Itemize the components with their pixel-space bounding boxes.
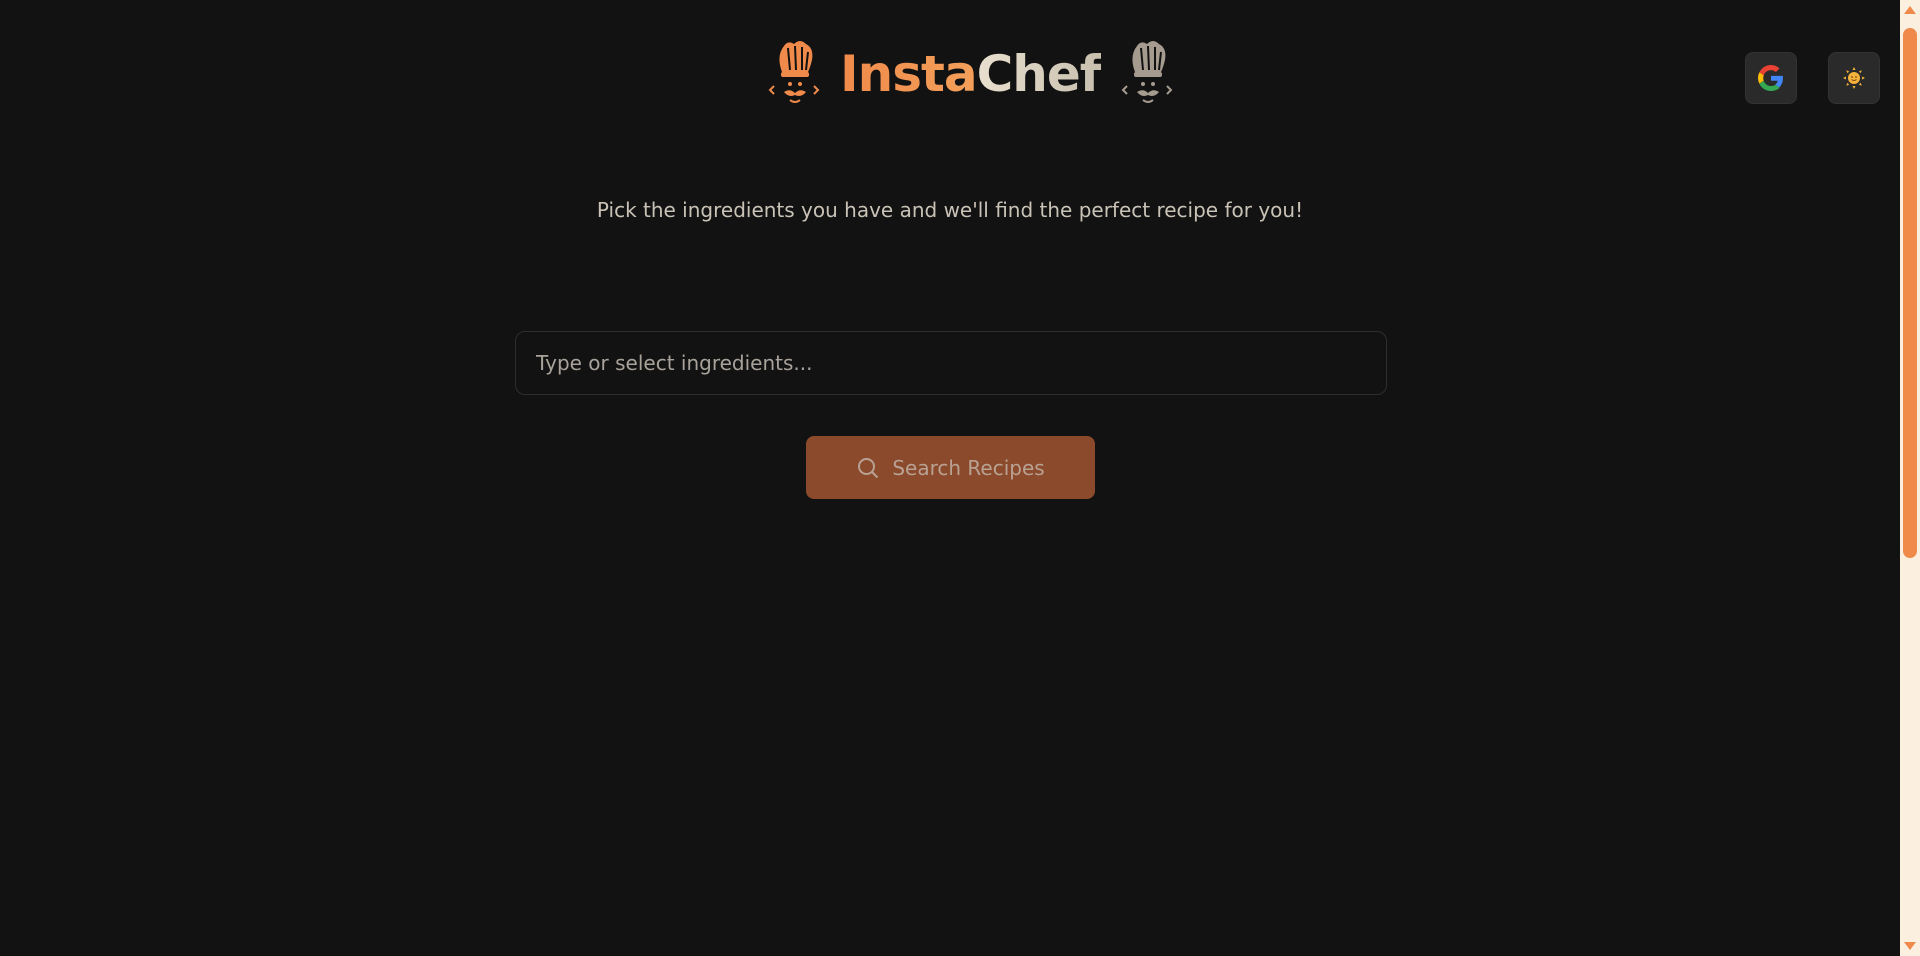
search-recipes-button[interactable]: Search Recipes	[806, 436, 1095, 499]
scrollbar-thumb[interactable]	[1903, 28, 1917, 558]
scroll-down-icon[interactable]	[1904, 942, 1916, 950]
brand-title: InstaChef	[840, 49, 1102, 99]
scrollbar[interactable]	[1900, 0, 1920, 956]
scroll-up-icon[interactable]	[1904, 6, 1916, 14]
theme-toggle-button[interactable]	[1828, 52, 1880, 104]
tagline: Pick the ingredients you have and we'll …	[596, 198, 1304, 222]
page: InstaChef Pick the ingredients you have …	[0, 0, 1920, 956]
search-icon	[858, 457, 879, 478]
chef-hat-icon	[768, 41, 820, 103]
app-logo: InstaChef	[766, 36, 1175, 112]
brand-title-part1: Insta	[840, 45, 978, 103]
chef-hat-icon	[1121, 41, 1172, 103]
google-signin-button[interactable]	[1745, 52, 1797, 104]
sun-icon	[1843, 67, 1865, 89]
google-icon	[1758, 65, 1783, 91]
search-recipes-label: Search Recipes	[892, 455, 1045, 480]
ingredient-input[interactable]	[515, 331, 1387, 395]
brand-title-part2: Chef	[976, 45, 1102, 103]
